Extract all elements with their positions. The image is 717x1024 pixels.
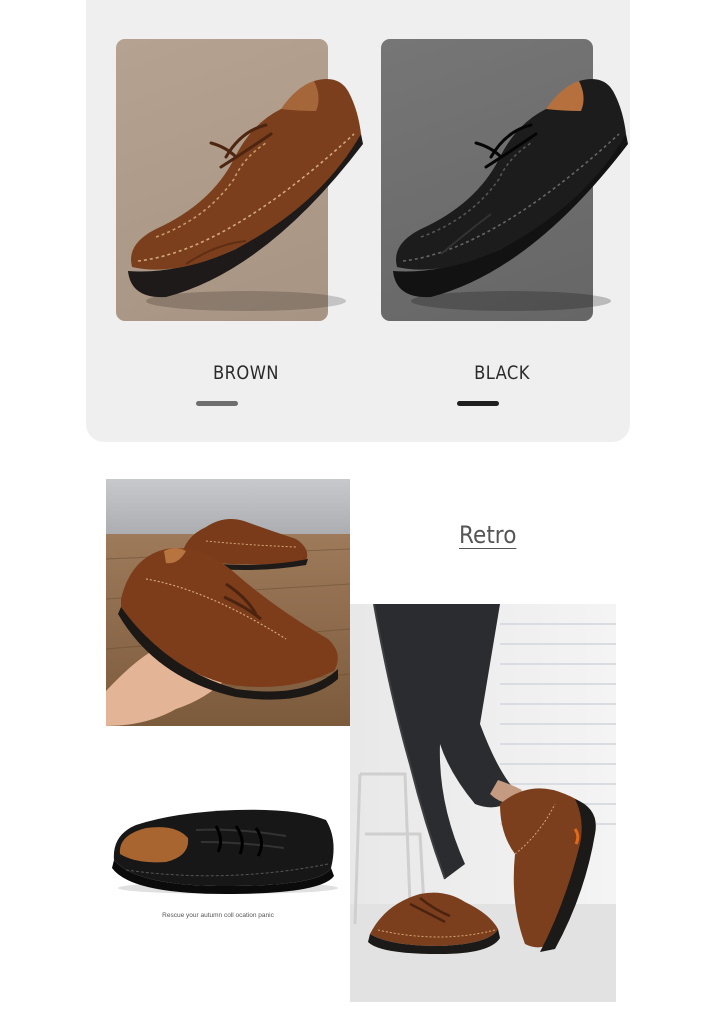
- black-shoe-image: [393, 78, 628, 311]
- brown-shoe-swatch[interactable]: [116, 39, 363, 321]
- color-options-panel: BROWN BLACK: [86, 0, 630, 442]
- brown-indicator-bar: [196, 401, 238, 406]
- walking-model-photo: [350, 604, 616, 1002]
- retro-heading: Retro: [459, 521, 517, 549]
- black-shoe-product-photo: [106, 790, 346, 900]
- black-shoe-swatch[interactable]: [381, 39, 628, 321]
- black-indicator-bar: [457, 401, 499, 406]
- gallery-caption: Rescue your autumn coll ocation panic: [162, 912, 274, 919]
- brown-shoe-image: [128, 78, 363, 311]
- black-color-label: BLACK: [474, 362, 530, 384]
- brown-color-label: BROWN: [213, 362, 279, 384]
- brown-shoes-on-table-photo: [106, 479, 350, 726]
